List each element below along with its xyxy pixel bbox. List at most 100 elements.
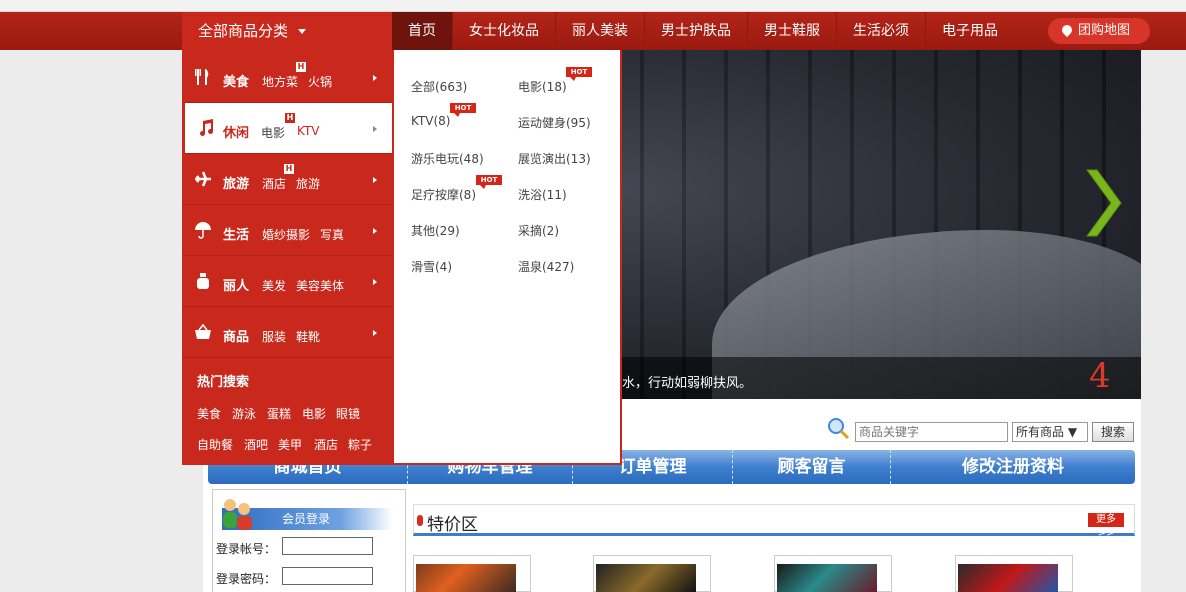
- banner-caption: 水，行动如弱柳扶风。: [622, 376, 753, 391]
- caret-down-icon: [298, 29, 307, 34]
- hot-search-link[interactable]: 自助餐: [197, 436, 233, 453]
- subcategory-link[interactable]: 婚纱摄影: [262, 226, 310, 243]
- more-button[interactable]: 更多>>: [1088, 513, 1124, 539]
- scope-value: 所有商品: [1016, 425, 1065, 439]
- subcategory-link[interactable]: 旅游: [296, 175, 320, 192]
- nav-beauty[interactable]: 丽人美装: [556, 12, 645, 50]
- next-arrow-icon[interactable]: [1085, 168, 1123, 238]
- category-goods[interactable]: 商品 服装 鞋靴: [182, 307, 392, 358]
- subcategory-foot-massage[interactable]: 足疗按摩(8): [411, 186, 476, 203]
- top-strip: [0, 0, 1186, 12]
- nav-home[interactable]: 首页: [392, 12, 453, 50]
- chevron-right-icon: [373, 177, 377, 183]
- password-input[interactable]: [282, 567, 373, 585]
- subcategory-link[interactable]: 美发: [262, 277, 286, 294]
- nav-women-cosmetics[interactable]: 女士化妆品: [453, 12, 556, 50]
- hot-label: HOT: [450, 103, 476, 117]
- subcategory-link[interactable]: 火锅: [308, 73, 332, 90]
- product-card[interactable]: [413, 555, 531, 592]
- hot-search-link[interactable]: 美甲: [278, 436, 302, 453]
- hot-search-title: 热门搜索: [197, 375, 250, 390]
- subcategory-link[interactable]: KTV: [297, 124, 319, 138]
- group-buy-map-button[interactable]: 团购地图: [1048, 18, 1150, 44]
- subcategory-movie[interactable]: 电影(18): [518, 78, 567, 95]
- hot-search-link[interactable]: 电影: [302, 405, 326, 422]
- basket-icon: [195, 323, 211, 339]
- category-life[interactable]: 生活 婚纱摄影 写真: [182, 205, 392, 256]
- perfume-bottle-icon: [197, 273, 209, 289]
- subcategory-hot-spring[interactable]: 温泉(427): [518, 258, 574, 275]
- members-icon: [223, 499, 252, 530]
- password-label: 登录密码：: [216, 572, 277, 586]
- product-thumbnail: [958, 564, 1058, 592]
- category-menu: 美食 地方菜 H 火锅 休闲 电影 H KTV 旅游 酒店 H 旅游 生活 婚纱…: [182, 50, 394, 465]
- chevron-right-icon: [373, 126, 377, 132]
- product-thumbnail: [777, 564, 877, 592]
- nav-electronics[interactable]: 电子用品: [926, 12, 1014, 50]
- subcategory-link[interactable]: 酒店: [262, 175, 286, 192]
- hot-badge: H: [284, 164, 294, 174]
- chevron-right-icon: [373, 330, 377, 336]
- category-leisure[interactable]: 休闲 电影 H KTV: [182, 103, 394, 154]
- chevron-right-icon: [373, 279, 377, 285]
- nav-daily-necessities[interactable]: 生活必须: [837, 12, 926, 50]
- chevron-right-icon: [373, 228, 377, 234]
- chevron-right-icon: [373, 75, 377, 81]
- subcategory-shows[interactable]: 展览演出(13): [518, 150, 591, 167]
- subcategory-link[interactable]: 写真: [320, 226, 344, 243]
- category-beauty[interactable]: 丽人 美发 美容美体: [182, 256, 392, 307]
- subcategory-fitness[interactable]: 运动健身(95): [518, 114, 591, 131]
- nav-men-shoes-clothing[interactable]: 男士鞋服: [748, 12, 837, 50]
- top-nav: 首页 女士化妆品 丽人美装 男士护肤品 男士鞋服 生活必须 电子用品: [392, 12, 1014, 50]
- nav-guestbook[interactable]: 顾客留言: [733, 450, 891, 484]
- hot-search-link[interactable]: 酒店: [314, 436, 338, 453]
- hot-search-link[interactable]: 美食: [197, 405, 221, 422]
- subcategory-arcade[interactable]: 游乐电玩(48): [411, 150, 484, 167]
- account-input[interactable]: [282, 537, 373, 555]
- subcategory-picking[interactable]: 采摘(2): [518, 222, 559, 239]
- subcategory-link[interactable]: 电影: [261, 124, 285, 141]
- product-keyword-input[interactable]: [855, 422, 1008, 442]
- nav-men-skincare[interactable]: 男士护肤品: [645, 12, 748, 50]
- subcategory-link[interactable]: 美容美体: [296, 277, 344, 294]
- all-categories-button[interactable]: 全部商品分类: [182, 12, 392, 50]
- hot-search-link[interactable]: 眼镜: [336, 405, 360, 422]
- special-offer-header: 特价区 更多>>: [413, 504, 1135, 539]
- subcategory-skiing[interactable]: 滑雪(4): [411, 258, 452, 275]
- product-card[interactable]: [955, 555, 1073, 592]
- category-name: 美食: [223, 75, 250, 90]
- subcategory-bath[interactable]: 洗浴(11): [518, 186, 567, 203]
- account-label: 登录帐号：: [216, 542, 277, 556]
- music-note-icon: [200, 119, 214, 136]
- subcategory-link[interactable]: 地方菜: [262, 73, 298, 90]
- product-card[interactable]: [774, 555, 892, 592]
- product-card[interactable]: [593, 555, 711, 592]
- map-pin-icon: [1059, 22, 1075, 38]
- category-name: 商品: [223, 330, 250, 345]
- category-name: 丽人: [223, 279, 250, 294]
- subcategory-link[interactable]: 服装: [262, 328, 286, 345]
- all-categories-label: 全部商品分类: [198, 22, 289, 40]
- subcategory-all[interactable]: 全部(663): [411, 78, 467, 95]
- banner-page-number: 4: [1089, 356, 1111, 396]
- subcategory-other[interactable]: 其他(29): [411, 222, 460, 239]
- category-travel[interactable]: 旅游 酒店 H 旅游: [182, 154, 392, 205]
- fork-knife-icon: [195, 69, 209, 85]
- hot-search-link[interactable]: 粽子: [348, 436, 372, 453]
- search-button[interactable]: 搜索: [1092, 422, 1134, 442]
- magnifier-icon: [828, 418, 850, 440]
- product-thumbnail: [416, 564, 516, 592]
- map-button-label: 团购地图: [1078, 23, 1131, 38]
- hot-search-link[interactable]: 酒吧: [244, 436, 268, 453]
- nav-edit-profile[interactable]: 修改注册资料: [891, 450, 1135, 484]
- category-food[interactable]: 美食 地方菜 H 火锅: [182, 52, 392, 103]
- category-name: 生活: [223, 228, 250, 243]
- category-name: 旅游: [223, 177, 250, 192]
- subcategory-link[interactable]: 鞋靴: [296, 328, 320, 345]
- subcategory-ktv[interactable]: KTV(8): [411, 114, 450, 128]
- hot-search-link[interactable]: 游泳: [232, 405, 256, 422]
- section-marker-icon: [417, 515, 423, 526]
- hot-badge: H: [285, 113, 295, 123]
- hot-search-link[interactable]: 蛋糕: [267, 405, 291, 422]
- product-scope-select[interactable]: 所有商品 ▼: [1012, 422, 1088, 442]
